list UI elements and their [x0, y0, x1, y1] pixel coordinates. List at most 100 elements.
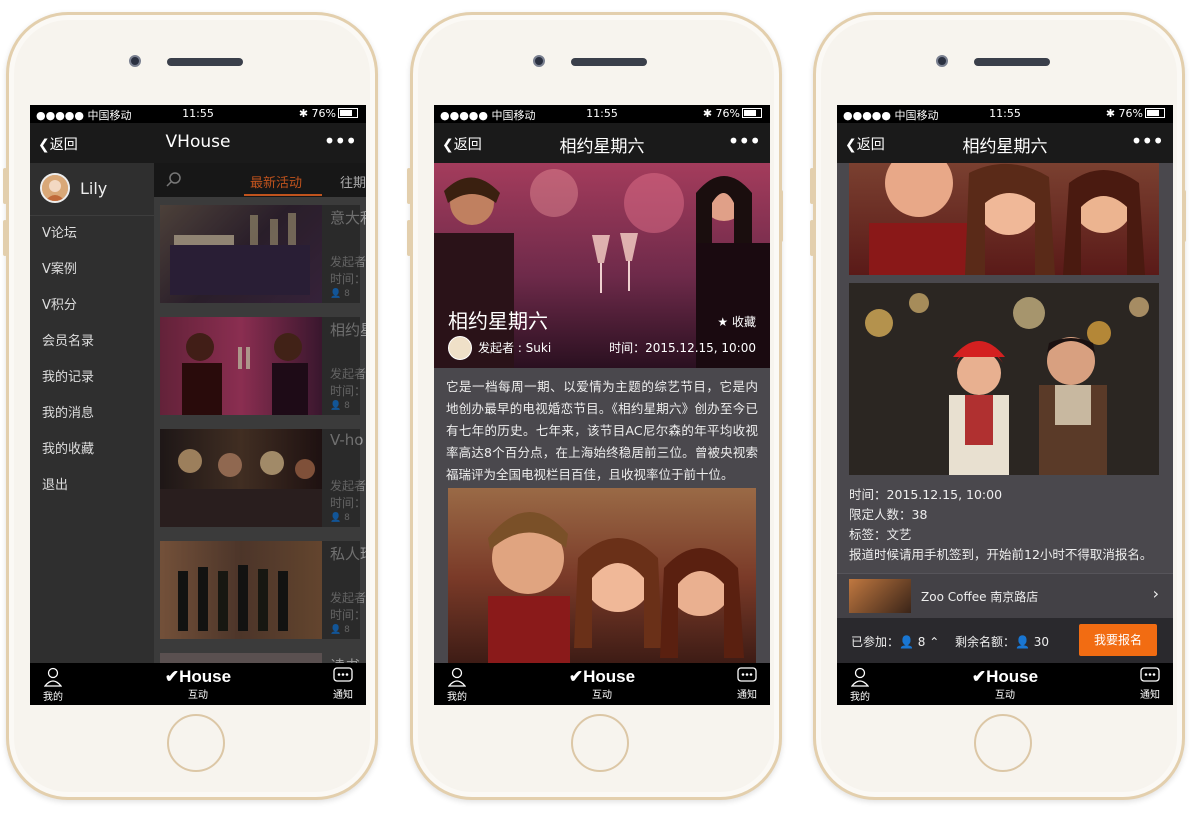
tab-notice[interactable]: 通知 — [328, 667, 358, 701]
more-button[interactable]: ••• — [324, 129, 357, 153]
phone-frame-2: ●●●●● 中国移动 11:55 ✱ 76% ❮返回 相约星期六 ••• 相约星… — [410, 12, 782, 800]
chevron-right-icon: › — [1152, 584, 1159, 603]
list-item[interactable]: 相约星 发起者 时间： 👤 8 — [160, 317, 366, 415]
menu-points[interactable]: V积分 — [30, 288, 154, 324]
screen-event-detail: ●●●●● 中国移动 11:55 ✱ 76% ❮返回 相约星期六 ••• 相约星… — [434, 105, 770, 705]
menu-messages[interactable]: 我的消息 — [30, 396, 154, 432]
tab-latest[interactable]: 最新活动 — [250, 172, 302, 191]
bluetooth-icon: ✱ — [1105, 107, 1119, 120]
home-button[interactable] — [974, 714, 1032, 772]
list-item[interactable]: 意大利 发起者 时间： 👤 8 — [160, 205, 366, 303]
menu-cases[interactable]: V案例 — [30, 252, 154, 288]
tab-past[interactable]: 往期 — [340, 172, 366, 191]
tab-notice[interactable]: 通知 — [732, 667, 762, 701]
person-icon: 👤 — [899, 635, 914, 649]
screen-vhouse-menu: ●●●●● 中国移动 11:55 ✱ 76% ❮返回 VHouse ••• Li… — [30, 105, 366, 705]
side-button — [779, 190, 783, 242]
battery-icon — [338, 108, 358, 118]
dim-overlay — [160, 541, 360, 639]
user-profile[interactable]: Lily — [30, 163, 154, 216]
list-item[interactable]: 私人珍 发起者 时间： 👤 8 — [160, 541, 366, 639]
list-item[interactable]: 读书 — [160, 653, 360, 663]
phone-frame-1: ●●●●● 中国移动 11:55 ✱ 76% ❮返回 VHouse ••• Li… — [6, 12, 378, 800]
event-photo — [849, 163, 1159, 275]
event-photo — [448, 488, 756, 668]
event-hero: 相约星期六 ★ 收藏 发起者 : Suki 时间：2015.12.15, 10:… — [434, 163, 770, 368]
camera — [533, 55, 545, 67]
remain-value: 30 — [1033, 635, 1050, 649]
organizer: 发起者 : Suki — [478, 341, 552, 355]
v-check-icon: ✔ — [568, 667, 584, 686]
logo-text: House — [986, 667, 1039, 686]
venue-thumbnail — [849, 579, 911, 613]
phone-frame-3: ●●●●● 中国移动 11:55 ✱ 76% ❮返回 相约星期六 ••• 时间：… — [813, 12, 1185, 800]
menu-records[interactable]: 我的记录 — [30, 360, 154, 396]
joined-value: 8 — [917, 635, 926, 649]
tab-interact-label: 互动 — [592, 690, 612, 701]
page-title: 相约星期六 — [962, 137, 1048, 157]
vhouse-logo: ✔House — [30, 667, 366, 687]
event-info: 时间：2015.12.15, 10:00 限定人数：38 标签：文艺 报道时候请… — [849, 485, 1152, 565]
vhouse-logo: ✔House — [837, 667, 1173, 687]
signup-bar: 已参加：👤 8 ⌃ 剩余名额：👤 30 我要报名 — [837, 618, 1173, 663]
more-button[interactable]: ••• — [728, 129, 761, 153]
nav-bar: ❮返回 相约星期六 ••• — [837, 123, 1173, 163]
dim-overlay — [160, 205, 360, 303]
joined-count: 已参加：👤 8 ⌃ — [851, 633, 939, 650]
tab-interact[interactable]: ✔House 互动 — [837, 667, 1173, 701]
page-title: 相约星期六 — [559, 137, 645, 157]
home-button[interactable] — [167, 714, 225, 772]
more-button[interactable]: ••• — [1131, 129, 1164, 153]
page-title: VHouse — [165, 132, 231, 152]
event-detail-scroll[interactable]: 时间：2015.12.15, 10:00 限定人数：38 标签：文艺 报道时候请… — [837, 163, 1173, 663]
side-button — [3, 168, 7, 204]
speaker — [571, 58, 647, 66]
tab-bar: 我的 ✔House 互动 通知 — [434, 663, 770, 705]
event-thumbnail — [160, 653, 322, 663]
tab-notice-label: 通知 — [737, 690, 757, 701]
list-item[interactable]: V-ho 发起者 时间： 👤 8 — [160, 429, 366, 527]
event-note: 报道时候请用手机签到，开始前12小时不得取消报名。 — [849, 547, 1153, 562]
side-button — [1182, 190, 1186, 242]
tab-interact[interactable]: ✔House 互动 — [434, 667, 770, 701]
event-limit: 限定人数：38 — [849, 507, 928, 522]
message-icon — [1140, 667, 1160, 682]
search-icon[interactable] — [166, 171, 182, 191]
speaker — [974, 58, 1050, 66]
user-name: Lily — [80, 179, 108, 198]
battery-percent: 76% — [715, 107, 740, 120]
favorite-button[interactable]: ★ 收藏 — [717, 313, 756, 330]
tab-interact-label: 互动 — [995, 690, 1015, 701]
bluetooth-icon: ✱ — [702, 107, 716, 120]
side-drawer: Lily V论坛 V案例 V积分 会员名录 我的记录 我的消息 我的收藏 退出 — [30, 163, 154, 663]
menu-forum[interactable]: V论坛 — [30, 216, 154, 252]
home-button[interactable] — [571, 714, 629, 772]
tab-interact[interactable]: ✔House 互动 — [30, 667, 366, 701]
battery-percent: 76% — [311, 107, 336, 120]
menu-logout[interactable]: 退出 — [30, 468, 154, 504]
menu-favorites[interactable]: 我的收藏 — [30, 432, 154, 468]
event-tag: 标签：文艺 — [849, 527, 912, 542]
event-time: 时间：2015.12.15, 10:00 — [849, 487, 1003, 502]
venue-row[interactable]: Zoo Coffee 南京路店 › — [837, 573, 1173, 619]
logo-text: House — [179, 667, 232, 686]
tab-underline — [244, 194, 322, 196]
logo-text: House — [583, 667, 636, 686]
activity-list-panel: 最新活动 往期 意大利 发起者 时间： 👤 8 相约星 发起者 — [154, 163, 366, 663]
person-outline-icon: 👤 — [1015, 635, 1030, 649]
event-photo — [849, 283, 1159, 475]
battery: ✱ 76% — [703, 107, 762, 120]
couple-toast-photo — [434, 169, 770, 368]
nav-bar: ❮返回 VHouse ••• — [30, 123, 366, 163]
menu-members[interactable]: 会员名录 — [30, 324, 154, 360]
battery: ✱ 76% — [1106, 107, 1165, 120]
event-time: 时间：2015.12.15, 10:00 — [609, 341, 756, 355]
screen-event-signup: ●●●●● 中国移动 11:55 ✱ 76% ❮返回 相约星期六 ••• 时间：… — [837, 105, 1173, 705]
nav-bar: ❮返回 相约星期六 ••• — [434, 123, 770, 163]
tab-notice[interactable]: 通知 — [1135, 667, 1165, 701]
battery-percent: 76% — [1118, 107, 1143, 120]
chevron-up-icon[interactable]: ⌃ — [929, 635, 939, 649]
event-title: 相约星期六 — [448, 309, 548, 333]
bluetooth-icon: ✱ — [298, 107, 312, 120]
signup-button[interactable]: 我要报名 — [1079, 624, 1157, 656]
